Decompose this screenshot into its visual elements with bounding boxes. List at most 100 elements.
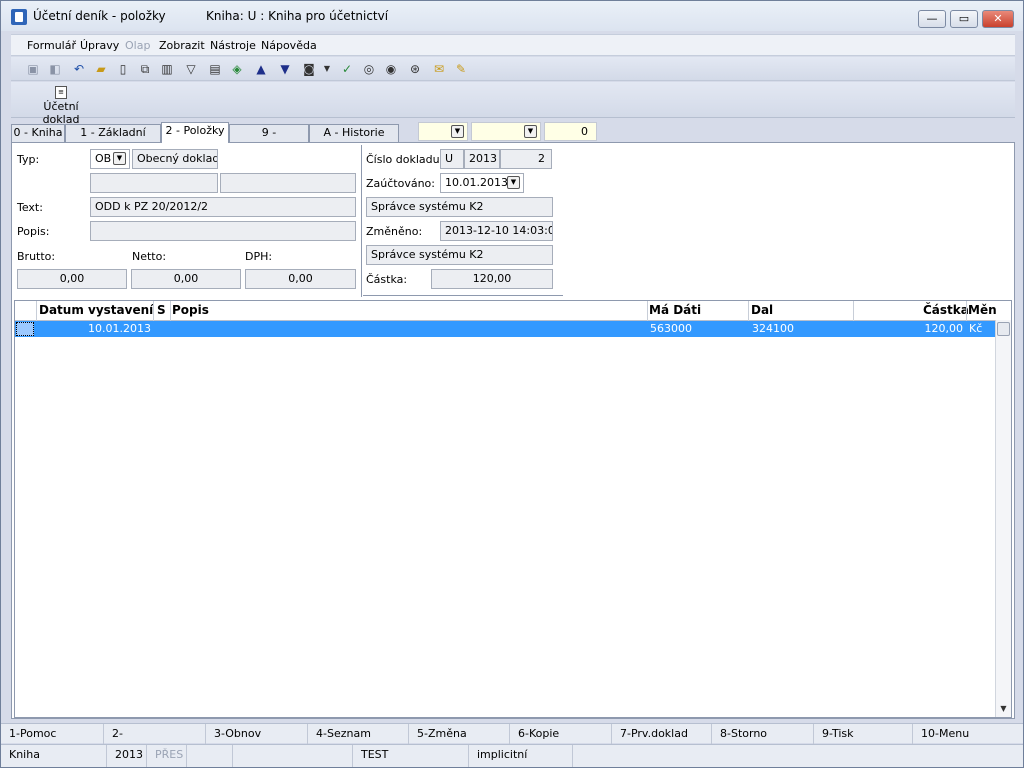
minimize-button[interactable]: — <box>918 10 946 28</box>
text-label: Text: <box>17 201 43 214</box>
status-test: TEST <box>353 745 469 767</box>
export-icon[interactable]: ◈ <box>229 61 245 77</box>
window-title: Účetní deník - položky <box>33 9 166 23</box>
chevron-down-icon[interactable]: ▼ <box>113 152 126 165</box>
cell-ma-dati: 563000 <box>650 322 692 335</box>
castka-field: 120,00 <box>431 269 553 289</box>
close-button[interactable]: ✕ <box>982 10 1014 28</box>
tab-filter-field-1[interactable]: ▼ <box>418 122 468 141</box>
new-document-icon[interactable]: ▯ <box>115 61 131 77</box>
chevron-down-icon[interactable]: ▼ <box>507 176 520 189</box>
popis-field[interactable] <box>90 221 356 241</box>
col-header-mena[interactable]: Měn <box>968 303 997 317</box>
report-icon[interactable]: ▤ <box>207 61 223 77</box>
fkey-seznam[interactable]: 4-Seznam <box>308 724 409 744</box>
copy-icon[interactable]: ⧉ <box>137 61 153 77</box>
status-year: 2013 <box>107 745 147 767</box>
col-separator[interactable] <box>36 301 37 321</box>
tab-kniha[interactable]: 0 - Kniha <box>11 124 65 142</box>
popis-label: Popis: <box>17 225 50 238</box>
title-bar: Účetní deník - položky Kniha: U : Kniha … <box>1 1 1023 31</box>
main-window: Účetní deník - položky Kniha: U : Kniha … <box>0 0 1024 768</box>
cislo-number-field: 2 <box>500 149 552 169</box>
arrow-up-icon[interactable]: ▲ <box>253 61 269 77</box>
tab-filter-field-2[interactable]: ▼ <box>471 122 541 141</box>
status-implicitni: implicitní <box>469 745 573 767</box>
tab-dokumenty[interactable]: 9 - Dokumenty <box>229 124 309 155</box>
fkey-tisk[interactable]: 9-Tisk <box>814 724 913 744</box>
tab-zakladni-udaje[interactable]: 1 - Základní údaje <box>65 124 161 155</box>
check-icon[interactable]: ✓ <box>339 61 355 77</box>
filter-icon[interactable]: ▽ <box>183 61 199 77</box>
zauctovano-label: Zaúčtováno: <box>366 177 435 190</box>
brutto-field: 0,00 <box>17 269 127 289</box>
netto-label: Netto: <box>132 250 167 263</box>
col-separator[interactable] <box>853 301 854 321</box>
camera-icon[interactable]: ◙ <box>301 61 317 77</box>
mail-icon[interactable]: ✉ <box>431 61 447 77</box>
vertical-scrollbar[interactable]: ▼ <box>995 320 1011 717</box>
scrollbar-thumb[interactable] <box>997 322 1010 336</box>
fkey-storno[interactable]: 8-Storno <box>712 724 814 744</box>
fkey-prv-doklad[interactable]: 7-Prv.doklad <box>612 724 712 744</box>
save-icon[interactable]: ▣ <box>25 61 41 77</box>
menu-formular[interactable]: Formulář <box>27 39 76 52</box>
col-header-s[interactable]: S <box>157 303 166 317</box>
book-icon[interactable]: ▥ <box>159 61 175 77</box>
save-as-icon[interactable]: ◧ <box>47 61 63 77</box>
items-table: Datum vystavení S Popis Má Dáti Dal Část… <box>14 300 1012 718</box>
content-panel: Typ: OB ▼ Obecný doklad Text: ODD k PZ 2… <box>11 142 1015 719</box>
col-separator[interactable] <box>748 301 749 321</box>
open-folder-icon[interactable]: ▰ <box>93 61 109 77</box>
table-row[interactable]: 10.01.2013 563000 324100 120,00 Kč <box>15 321 995 337</box>
tab-historie-zmen[interactable]: A - Historie změn <box>309 124 399 155</box>
text-field[interactable]: ODD k PZ 20/2012/2 <box>90 197 356 217</box>
fkey-menu[interactable]: 10-Menu <box>913 724 1023 744</box>
accounting-document-button[interactable]: ≡ Účetní doklad <box>25 86 97 126</box>
tab-polozky[interactable]: 2 - Položky <box>161 122 229 143</box>
chevron-down-icon[interactable]: ▼ <box>524 125 537 138</box>
col-separator[interactable] <box>153 301 154 321</box>
col-header-castka[interactable]: Částka <box>923 303 969 317</box>
dropdown-arrow-icon[interactable]: ▼ <box>319 61 335 77</box>
status-empty-2 <box>233 745 353 767</box>
menu-olap: Olap <box>125 39 151 52</box>
fkey-zmena[interactable]: 5-Změna <box>409 724 510 744</box>
scroll-down-arrow-icon[interactable]: ▼ <box>998 704 1009 714</box>
typ-label: Typ: <box>17 153 40 166</box>
col-header-ma-dati[interactable]: Má Dáti <box>649 303 701 317</box>
find-icon[interactable]: ◎ <box>361 61 377 77</box>
tab-counter-field[interactable]: 0 <box>544 122 597 141</box>
fkey-2[interactable]: 2- <box>104 724 206 744</box>
col-header-dal[interactable]: Dal <box>751 303 773 317</box>
find-all-icon[interactable]: ⊛ <box>407 61 423 77</box>
col-header-popis[interactable]: Popis <box>172 303 209 317</box>
chevron-down-icon[interactable]: ▼ <box>451 125 464 138</box>
cislo-book-field: U <box>440 149 464 169</box>
col-separator[interactable] <box>170 301 171 321</box>
form-divider <box>361 145 362 297</box>
zmeneno-user-field: Správce systému K2 <box>366 245 553 265</box>
col-header-datum[interactable]: Datum vystavení <box>39 303 153 317</box>
maximize-button[interactable]: ▭ <box>950 10 978 28</box>
zmeneno-date-field: 2013-12-10 14:03:02 <box>440 221 553 241</box>
menu-nastroje[interactable]: Nástroje <box>210 39 256 52</box>
zauctovano-date-field[interactable]: 10.01.2013 ▼ <box>440 173 524 193</box>
col-separator[interactable] <box>647 301 648 321</box>
menu-napoveda[interactable]: Nápověda <box>261 39 317 52</box>
fkey-obnov[interactable]: 3-Obnov <box>206 724 308 744</box>
find-next-icon[interactable]: ◉ <box>383 61 399 77</box>
typ-code-select[interactable]: OB ▼ <box>90 149 130 169</box>
arrow-down-icon[interactable]: ▼ <box>277 61 293 77</box>
fkey-pomoc[interactable]: 1-Pomoc <box>1 724 104 744</box>
typ-extra-field-2 <box>220 173 356 193</box>
row-selector[interactable] <box>16 322 34 336</box>
col-separator[interactable] <box>966 301 967 321</box>
notes-icon[interactable]: ✎ <box>453 61 469 77</box>
undo-icon[interactable]: ↶ <box>71 61 87 77</box>
menu-zobrazit[interactable]: Zobrazit <box>159 39 205 52</box>
zauctovano-user-field: Správce systému K2 <box>366 197 553 217</box>
netto-field: 0,00 <box>131 269 241 289</box>
fkey-kopie[interactable]: 6-Kopie <box>510 724 612 744</box>
menu-upravy[interactable]: Úpravy <box>80 39 119 52</box>
